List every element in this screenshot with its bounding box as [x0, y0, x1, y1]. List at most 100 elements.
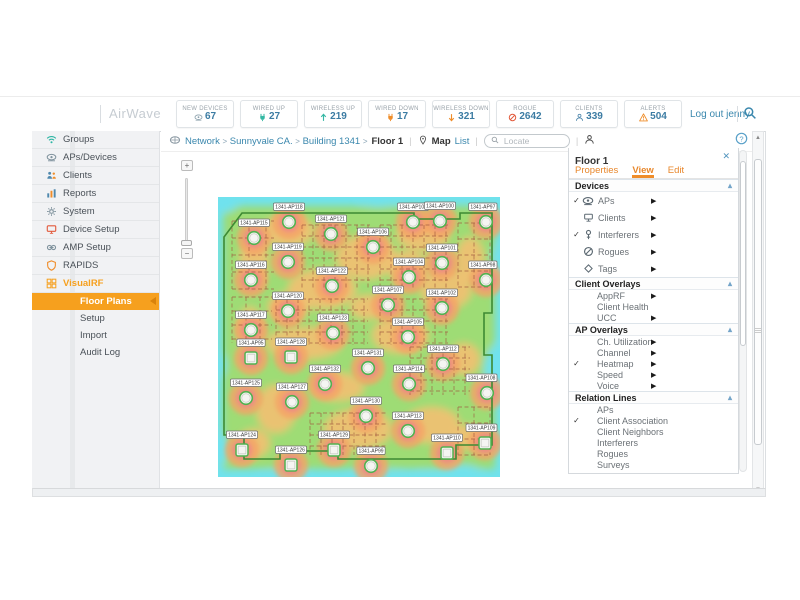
sidebar-subitem-audit-log[interactable]: Audit Log: [32, 344, 159, 361]
sidebar-item-aps-devices[interactable]: APs/Devices: [32, 149, 159, 167]
scroll-up-arrow[interactable]: ▲: [753, 133, 763, 143]
panel-row-apprf[interactable]: AppRF▶: [569, 290, 738, 301]
ap-marker[interactable]: [282, 305, 295, 318]
ap-marker[interactable]: [436, 257, 449, 270]
tab-edit[interactable]: Edit: [668, 165, 684, 178]
ap-marker[interactable]: [437, 358, 450, 371]
ap-marker[interactable]: [365, 460, 378, 473]
zoom-slider-track[interactable]: [185, 178, 188, 246]
panel-scrollbar[interactable]: [739, 150, 747, 472]
panel-row-rogues[interactable]: Rogues▶: [569, 243, 738, 260]
ap-marker[interactable]: [285, 459, 297, 471]
ap-marker[interactable]: [319, 378, 332, 391]
ap-marker[interactable]: [245, 352, 257, 364]
sidebar-item-rapids[interactable]: RAPIDS: [32, 257, 159, 275]
collapse-icon[interactable]: ▴: [728, 325, 732, 334]
page-scrollbar-thumb[interactable]: [754, 159, 762, 445]
panel-row-speed[interactable]: Speed▶: [569, 369, 738, 380]
expand-arrow-icon[interactable]: ▶: [651, 231, 656, 239]
ap-marker[interactable]: [282, 256, 295, 269]
sidebar-item-reports[interactable]: Reports: [32, 185, 159, 203]
collapse-icon[interactable]: ▴: [728, 181, 732, 190]
sidebar-item-groups[interactable]: Groups: [32, 131, 159, 149]
stat-box-rogue[interactable]: ROGUE 2642: [496, 100, 554, 128]
panel-row-aps[interactable]: APs: [569, 404, 738, 415]
help-icon[interactable]: ?: [735, 132, 748, 145]
stat-box-clients[interactable]: CLIENTS 339: [560, 100, 618, 128]
locate-search[interactable]: [484, 134, 570, 148]
section-header-devices[interactable]: Devices▴: [569, 179, 738, 192]
ap-marker[interactable]: [403, 271, 416, 284]
expand-arrow-icon[interactable]: ▶: [651, 371, 656, 379]
stat-box-wired-down[interactable]: WIRED DOWN 17: [368, 100, 426, 128]
panel-row-client-health[interactable]: Client Health: [569, 301, 738, 312]
logout-link[interactable]: Log out jenny: [690, 109, 750, 120]
locate-input[interactable]: [502, 135, 562, 147]
ap-marker[interactable]: [403, 378, 416, 391]
ap-marker[interactable]: [436, 302, 449, 315]
ap-marker[interactable]: [283, 216, 296, 229]
floor-plan-canvas[interactable]: 1341-AP1181341-AP1151341-AP1211341-AP103…: [218, 197, 500, 477]
horizontal-scrollbar[interactable]: [32, 488, 766, 497]
close-icon[interactable]: ✕: [722, 151, 730, 162]
ap-marker[interactable]: [382, 299, 395, 312]
sidebar-subitem-setup[interactable]: Setup: [32, 310, 159, 327]
ap-marker[interactable]: [286, 396, 299, 409]
collapse-icon[interactable]: ▴: [728, 393, 732, 402]
ap-marker[interactable]: [480, 274, 493, 287]
panel-row-ch-utilization[interactable]: Ch. Utilization▶: [569, 336, 738, 347]
ap-marker[interactable]: [236, 444, 248, 456]
ap-marker[interactable]: [360, 410, 373, 423]
ap-marker[interactable]: [240, 392, 253, 405]
expand-arrow-icon[interactable]: ▶: [651, 292, 656, 300]
map-view-toggle[interactable]: Map: [432, 136, 451, 147]
ap-marker[interactable]: [325, 228, 338, 241]
list-view-toggle[interactable]: List: [455, 136, 470, 147]
ap-marker[interactable]: [327, 327, 340, 340]
expand-arrow-icon[interactable]: ▶: [651, 338, 656, 346]
sidebar-item-device-setup[interactable]: Device Setup: [32, 221, 159, 239]
ap-marker[interactable]: [245, 324, 258, 337]
breadcrumb-link[interactable]: Sunnyvale CA.: [230, 136, 293, 147]
user-icon[interactable]: [584, 134, 595, 148]
panel-row-tags[interactable]: Tags▶: [569, 260, 738, 277]
sidebar-subitem-import[interactable]: Import: [32, 327, 159, 344]
panel-row-client-neighbors[interactable]: Client Neighbors: [569, 426, 738, 437]
expand-arrow-icon[interactable]: ▶: [651, 382, 656, 390]
ap-marker[interactable]: [441, 447, 453, 459]
ap-marker[interactable]: [402, 331, 415, 344]
ap-marker[interactable]: [479, 437, 491, 449]
expand-arrow-icon[interactable]: ▶: [651, 349, 656, 357]
expand-arrow-icon[interactable]: ▶: [651, 360, 656, 368]
panel-row-aps[interactable]: ✓APs▶: [569, 192, 738, 209]
panel-scrollbar-thumb[interactable]: [740, 161, 746, 346]
sidebar-item-clients[interactable]: Clients: [32, 167, 159, 185]
page-scrollbar[interactable]: ▲ ▼: [752, 131, 764, 497]
expand-arrow-icon[interactable]: ▶: [651, 197, 656, 205]
section-header-relation-lines[interactable]: Relation Lines▴: [569, 391, 738, 404]
panel-row-interferers[interactable]: ✓Interferers▶: [569, 226, 738, 243]
zoom-out-button[interactable]: −: [181, 248, 193, 259]
ap-marker[interactable]: [480, 216, 493, 229]
zoom-in-button[interactable]: +: [181, 160, 193, 171]
ap-marker[interactable]: [362, 362, 375, 375]
ap-marker[interactable]: [326, 280, 339, 293]
panel-row-rogues[interactable]: Rogues: [569, 448, 738, 459]
stat-box-wireless-down[interactable]: WIRELESS DOWN 321: [432, 100, 490, 128]
panel-row-clients[interactable]: Clients▶: [569, 209, 738, 226]
panel-row-interferers[interactable]: Interferers: [569, 437, 738, 448]
section-header-client-overlays[interactable]: Client Overlays▴: [569, 277, 738, 290]
ap-marker[interactable]: [248, 232, 261, 245]
expand-arrow-icon[interactable]: ▶: [651, 265, 656, 273]
panel-row-client-association[interactable]: ✓Client Association: [569, 415, 738, 426]
stat-box-new-devices[interactable]: NEW DEVICES 67: [176, 100, 234, 128]
stat-box-wired-up[interactable]: WIRED UP 27: [240, 100, 298, 128]
ap-marker[interactable]: [245, 274, 258, 287]
sidebar-item-system[interactable]: System: [32, 203, 159, 221]
ap-marker[interactable]: [328, 444, 340, 456]
expand-arrow-icon[interactable]: ▶: [651, 214, 656, 222]
sidebar-item-visualrf[interactable]: VisualRF: [32, 275, 159, 293]
panel-row-channel[interactable]: Channel▶: [569, 347, 738, 358]
panel-row-ucc[interactable]: UCC▶: [569, 312, 738, 323]
sidebar-item-amp-setup[interactable]: AMP Setup: [32, 239, 159, 257]
